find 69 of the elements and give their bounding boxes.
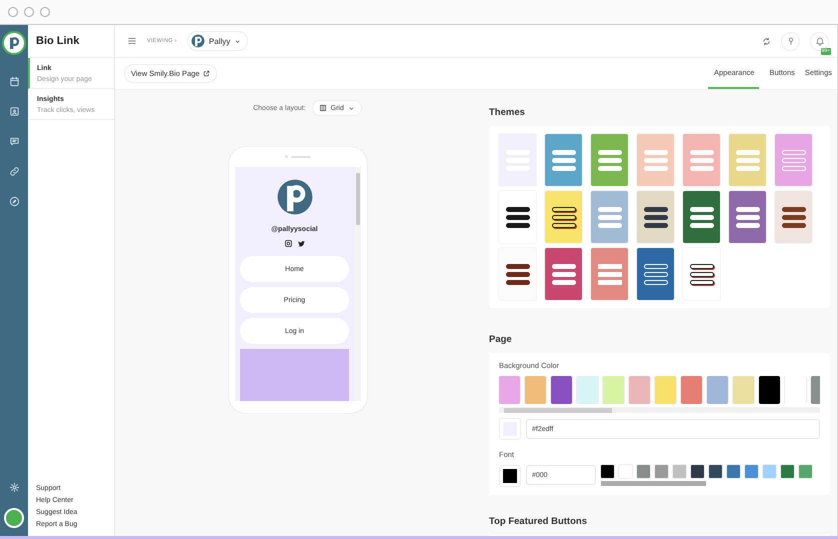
color-swatch[interactable] xyxy=(681,376,702,404)
color-preview[interactable] xyxy=(499,465,521,487)
color-swatch[interactable] xyxy=(629,376,650,404)
notification-button[interactable] xyxy=(810,32,829,50)
color-swatch[interactable] xyxy=(799,465,812,478)
color-swatch[interactable] xyxy=(733,376,754,404)
link-icon[interactable] xyxy=(8,166,20,177)
color-swatch[interactable] xyxy=(673,465,686,478)
theme-tile[interactable] xyxy=(499,191,536,243)
theme-tile[interactable] xyxy=(591,191,628,243)
avatar-icon xyxy=(190,34,205,48)
theme-tile[interactable] xyxy=(545,134,582,186)
color-swatch[interactable] xyxy=(655,465,668,478)
scrollbar-thumb[interactable] xyxy=(601,481,706,486)
compass-icon[interactable] xyxy=(8,196,20,207)
color-swatch[interactable] xyxy=(655,376,676,404)
scrollbar-thumb[interactable] xyxy=(356,173,360,225)
calendar-icon[interactable] xyxy=(8,76,20,87)
color-swatch[interactable] xyxy=(759,376,780,404)
color-swatch[interactable] xyxy=(763,465,776,478)
grid-icon xyxy=(318,104,327,112)
theme-tile[interactable] xyxy=(637,248,674,300)
refresh-icon[interactable] xyxy=(762,36,771,46)
color-swatch[interactable] xyxy=(499,376,520,404)
theme-tile[interactable] xyxy=(591,248,628,300)
color-swatch[interactable] xyxy=(603,376,624,404)
section-title: Top Featured Buttons xyxy=(489,516,588,527)
section-title: Page xyxy=(489,334,513,345)
twitter-icon[interactable] xyxy=(296,239,306,248)
sidebar-title: Bio Link xyxy=(28,25,114,58)
menu-icon[interactable] xyxy=(127,36,137,46)
theme-tile[interactable] xyxy=(683,134,720,186)
caret-icon xyxy=(348,104,355,112)
theme-tile[interactable] xyxy=(683,191,720,243)
profile-avatar-icon xyxy=(276,178,314,216)
settings-icon[interactable] xyxy=(8,482,20,493)
color-swatch[interactable] xyxy=(551,376,572,404)
color-swatch[interactable] xyxy=(601,465,614,478)
bell-icon xyxy=(814,36,824,46)
theme-tile[interactable] xyxy=(683,248,720,300)
account-switcher[interactable]: Pallyy xyxy=(186,31,248,51)
color-swatch[interactable] xyxy=(637,465,650,478)
caret-icon xyxy=(234,38,242,44)
scrollbar-thumb[interactable] xyxy=(504,408,612,412)
color-swatch[interactable] xyxy=(577,376,598,404)
chat-icon[interactable] xyxy=(8,136,20,147)
color-swatch[interactable] xyxy=(727,465,740,478)
color-swatch[interactable] xyxy=(745,465,758,478)
theme-tile[interactable] xyxy=(637,191,674,243)
avatar-icon[interactable] xyxy=(4,508,24,528)
theme-tile[interactable] xyxy=(775,191,812,243)
external-link-icon xyxy=(202,70,210,77)
image-icon[interactable] xyxy=(8,106,20,117)
color-swatch[interactable] xyxy=(709,465,722,478)
theme-tile[interactable] xyxy=(729,191,766,243)
theme-tile[interactable] xyxy=(729,134,766,186)
theme-tile[interactable] xyxy=(591,134,628,186)
theme-tile[interactable] xyxy=(499,248,536,300)
theme-tile[interactable] xyxy=(545,191,582,243)
idea-button[interactable] xyxy=(781,32,800,50)
theme-tile[interactable] xyxy=(545,248,582,300)
section-title: Themes xyxy=(489,107,526,118)
instagram-icon[interactable] xyxy=(284,239,292,248)
color-swatch[interactable] xyxy=(781,465,794,478)
theme-tile[interactable] xyxy=(775,134,812,186)
color-swatch[interactable] xyxy=(691,465,704,478)
color-swatch[interactable] xyxy=(525,376,546,404)
theme-tile[interactable] xyxy=(637,134,674,186)
color-swatch[interactable] xyxy=(707,376,728,404)
